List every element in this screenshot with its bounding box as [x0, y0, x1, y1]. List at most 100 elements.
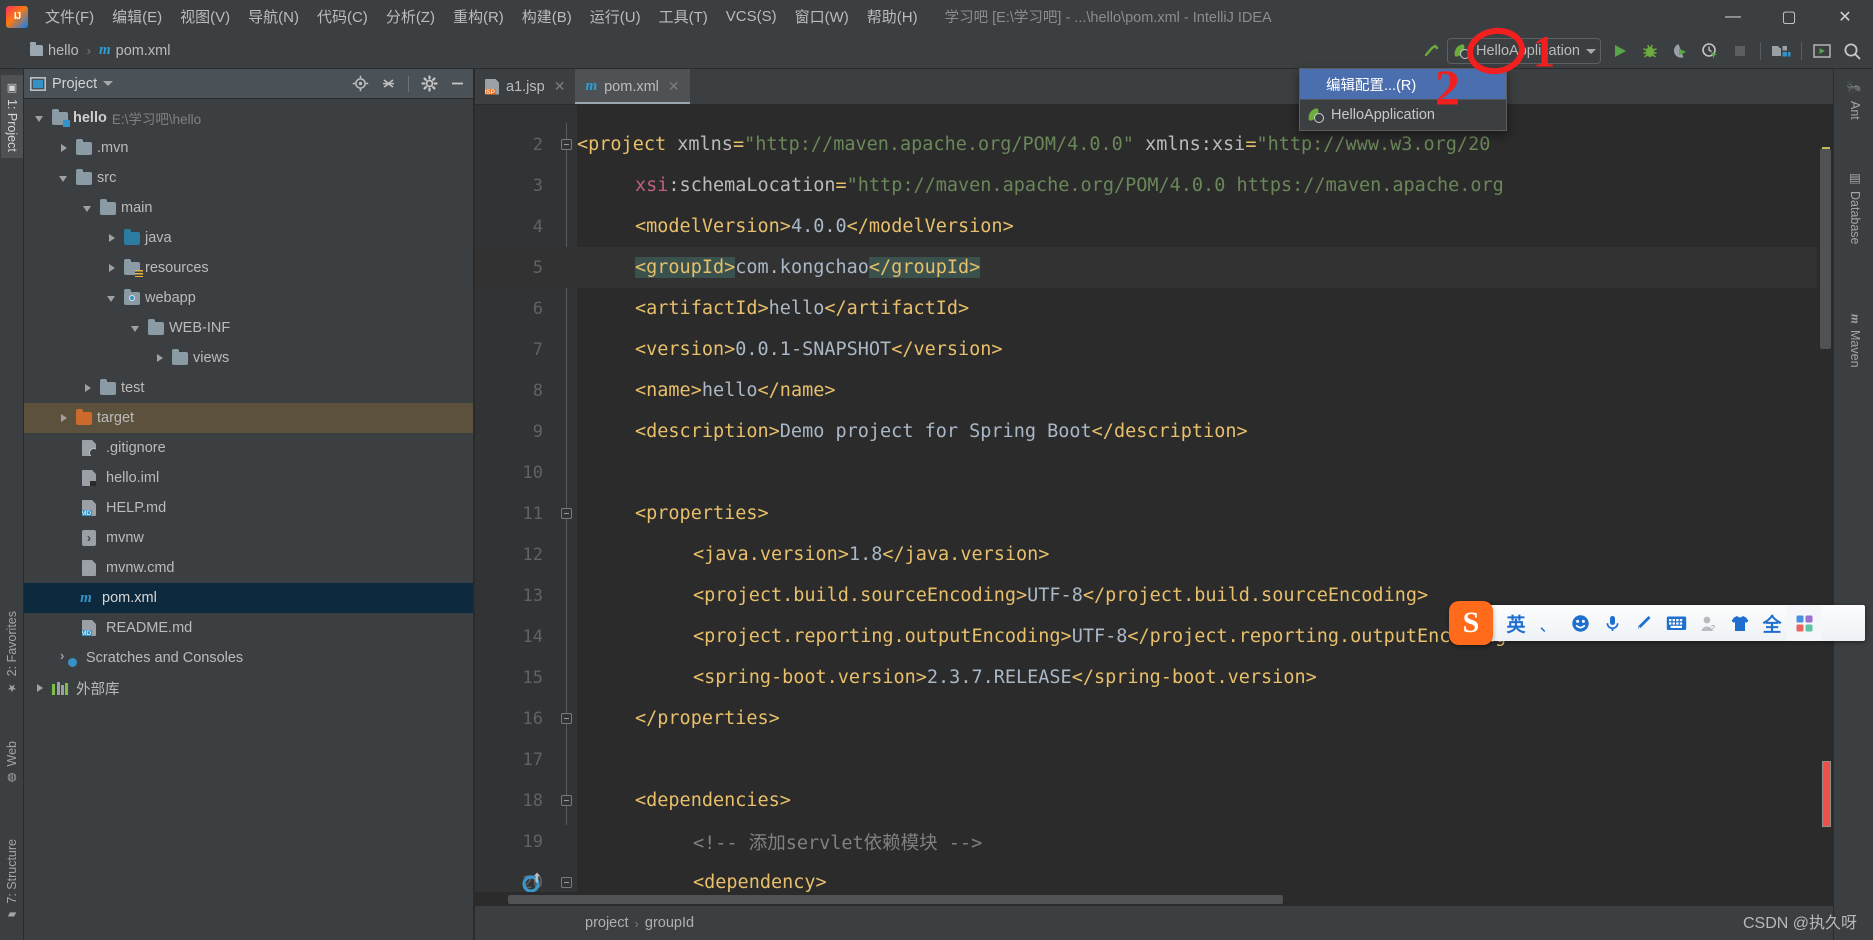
breadcrumb-project[interactable]: project [585, 915, 629, 931]
chevron-right-icon[interactable] [34, 682, 47, 695]
fold-marker-icon[interactable] [561, 139, 572, 150]
chevron-right-icon[interactable] [82, 382, 95, 395]
chevron-right-icon[interactable] [154, 352, 167, 365]
sidebar-item-ant[interactable]: 🐜 Ant [1843, 75, 1867, 125]
ime-emoji[interactable] [1565, 608, 1595, 638]
tree-node-resources[interactable]: resources [24, 253, 474, 283]
menu-help[interactable]: 帮助(H) [858, 2, 927, 31]
tree-node-mvnw[interactable]: mvnw [24, 523, 474, 553]
scrollbar-thumb[interactable] [1820, 149, 1831, 349]
maven-reload-icon[interactable] [521, 872, 543, 894]
chevron-down-icon[interactable] [34, 112, 47, 125]
menu-vcs[interactable]: VCS(S) [717, 4, 786, 29]
stop-button[interactable] [1725, 37, 1755, 65]
fold-marker-icon[interactable] [561, 713, 572, 724]
chevron-down-icon[interactable] [82, 202, 95, 215]
menu-refactor[interactable]: 重构(R) [444, 2, 513, 31]
tree-node-readme-md[interactable]: README.md [24, 613, 474, 643]
fold-marker-icon[interactable] [561, 877, 572, 888]
tree-node-hello[interactable]: hello E:\学习吧\hello [24, 103, 474, 133]
tree-node-webinf[interactable]: WEB-INF [24, 313, 474, 343]
tree-node-src[interactable]: src [24, 163, 474, 193]
chevron-right-icon[interactable] [106, 262, 119, 275]
fold-marker-icon[interactable] [561, 508, 572, 519]
chevron-down-icon[interactable] [58, 172, 71, 185]
ime-skin[interactable] [1725, 608, 1755, 638]
close-icon[interactable]: ✕ [668, 78, 680, 95]
tree-node-mvnw-cmd[interactable]: mvnw.cmd [24, 553, 474, 583]
dropdown-item-edit-configurations[interactable]: 编辑配置...(R) [1300, 69, 1506, 99]
tree-node-external-libraries[interactable]: 外部库 [24, 673, 474, 703]
fold-marker-icon[interactable] [561, 795, 572, 806]
project-structure-button[interactable] [1766, 37, 1796, 65]
tree-node-webapp[interactable]: webapp [24, 283, 474, 313]
menu-view[interactable]: 视图(V) [171, 2, 239, 31]
minimize-button[interactable]: — [1705, 0, 1761, 33]
tree-node-scratches[interactable]: Scratches and Consoles [24, 643, 474, 673]
menu-code[interactable]: 代码(C) [308, 2, 377, 31]
locate-icon[interactable] [349, 73, 371, 95]
tree-node-help-md[interactable]: HELP.md [24, 493, 474, 523]
run-button[interactable] [1605, 37, 1635, 65]
sidebar-item-project[interactable]: ▣ 1: Project [1, 75, 23, 158]
tree-node-pom-xml[interactable]: m pom.xml [24, 583, 474, 613]
ime-user-account[interactable]: ? [1693, 608, 1723, 638]
maximize-button[interactable]: ▢ [1761, 0, 1817, 33]
sidebar-item-structure[interactable]: ▰ 7: Structure [1, 833, 23, 928]
code-editor[interactable]: 2 <project xmlns="http://maven.apache.or… [475, 105, 1833, 940]
tree-node-mvn[interactable]: .mvn [24, 133, 474, 163]
ime-punctuation[interactable]: 、 [1533, 608, 1563, 638]
chevron-right-icon[interactable] [58, 412, 71, 425]
chevron-down-icon[interactable] [130, 322, 143, 335]
run-configuration-dropdown[interactable]: 编辑配置...(R) HelloApplication [1299, 68, 1507, 131]
chevron-right-icon[interactable] [58, 142, 71, 155]
tree-node-test[interactable]: test [24, 373, 474, 403]
gear-icon[interactable] [418, 73, 440, 95]
menu-file[interactable]: 文件(F) [36, 2, 103, 31]
scrollbar-thumb[interactable] [508, 895, 1283, 904]
ime-soft-keyboard[interactable] [1661, 608, 1691, 638]
run-configuration-selector[interactable]: HelloApplication [1447, 38, 1601, 64]
error-marker[interactable] [1822, 761, 1831, 827]
chevron-down-icon[interactable] [103, 81, 114, 86]
sidebar-item-maven[interactable]: m Maven [1843, 309, 1867, 372]
menu-build[interactable]: 构建(B) [513, 2, 581, 31]
menu-window[interactable]: 窗口(W) [786, 2, 858, 31]
dropdown-item-helloapplication[interactable]: HelloApplication [1300, 100, 1506, 130]
tree-node-views[interactable]: views [24, 343, 474, 373]
chevron-down-icon[interactable] [1586, 48, 1596, 54]
menu-edit[interactable]: 编辑(E) [103, 2, 171, 31]
collapse-all-icon[interactable] [377, 73, 399, 95]
ime-apps-grid[interactable] [1787, 605, 1821, 641]
build-hammer-icon[interactable] [1417, 37, 1447, 65]
close-icon[interactable]: ✕ [554, 78, 566, 95]
editor-scrollbar[interactable] [1817, 141, 1833, 940]
tab-a1-jsp[interactable]: a1.jsp ✕ [475, 69, 575, 104]
menu-tools[interactable]: 工具(T) [650, 2, 717, 31]
menu-navigate[interactable]: 导航(N) [239, 2, 308, 31]
ime-fullwidth[interactable]: 全 [1757, 608, 1787, 638]
search-everywhere-button[interactable] [1837, 37, 1867, 65]
sidebar-item-web[interactable]: ◍ Web [1, 735, 23, 790]
menu-run[interactable]: 运行(U) [581, 2, 650, 31]
sidebar-item-database[interactable]: ▤ Database [1843, 165, 1867, 250]
tree-node-target[interactable]: target [24, 403, 474, 433]
tree-node-main[interactable]: main [24, 193, 474, 223]
sidebar-item-favorites[interactable]: ★ 2: Favorites [1, 605, 23, 700]
tab-pom-xml[interactable]: m pom.xml ✕ [575, 69, 690, 104]
ime-mode-chinese[interactable]: 英 [1501, 608, 1531, 638]
sogou-ime-toolbar[interactable]: S 英 、 ? 全 [1449, 601, 1865, 645]
tree-node-hello-iml[interactable]: hello.iml [24, 463, 474, 493]
tree-node-java[interactable]: java [24, 223, 474, 253]
menu-analyze[interactable]: 分析(Z) [377, 2, 444, 31]
project-tree[interactable]: hello E:\学习吧\hello .mvn src main java re… [24, 99, 474, 703]
sogou-logo-icon[interactable]: S [1449, 601, 1493, 645]
horizontal-scrollbar[interactable] [475, 892, 1833, 906]
ime-voice-input[interactable] [1597, 608, 1627, 638]
close-button[interactable]: ✕ [1817, 0, 1873, 33]
navbar-crumb-hello[interactable]: hello [24, 42, 85, 59]
debug-button[interactable] [1635, 37, 1665, 65]
breadcrumb-groupid[interactable]: groupId [645, 915, 694, 931]
profiler-button[interactable] [1695, 37, 1725, 65]
run-anything-button[interactable] [1807, 37, 1837, 65]
